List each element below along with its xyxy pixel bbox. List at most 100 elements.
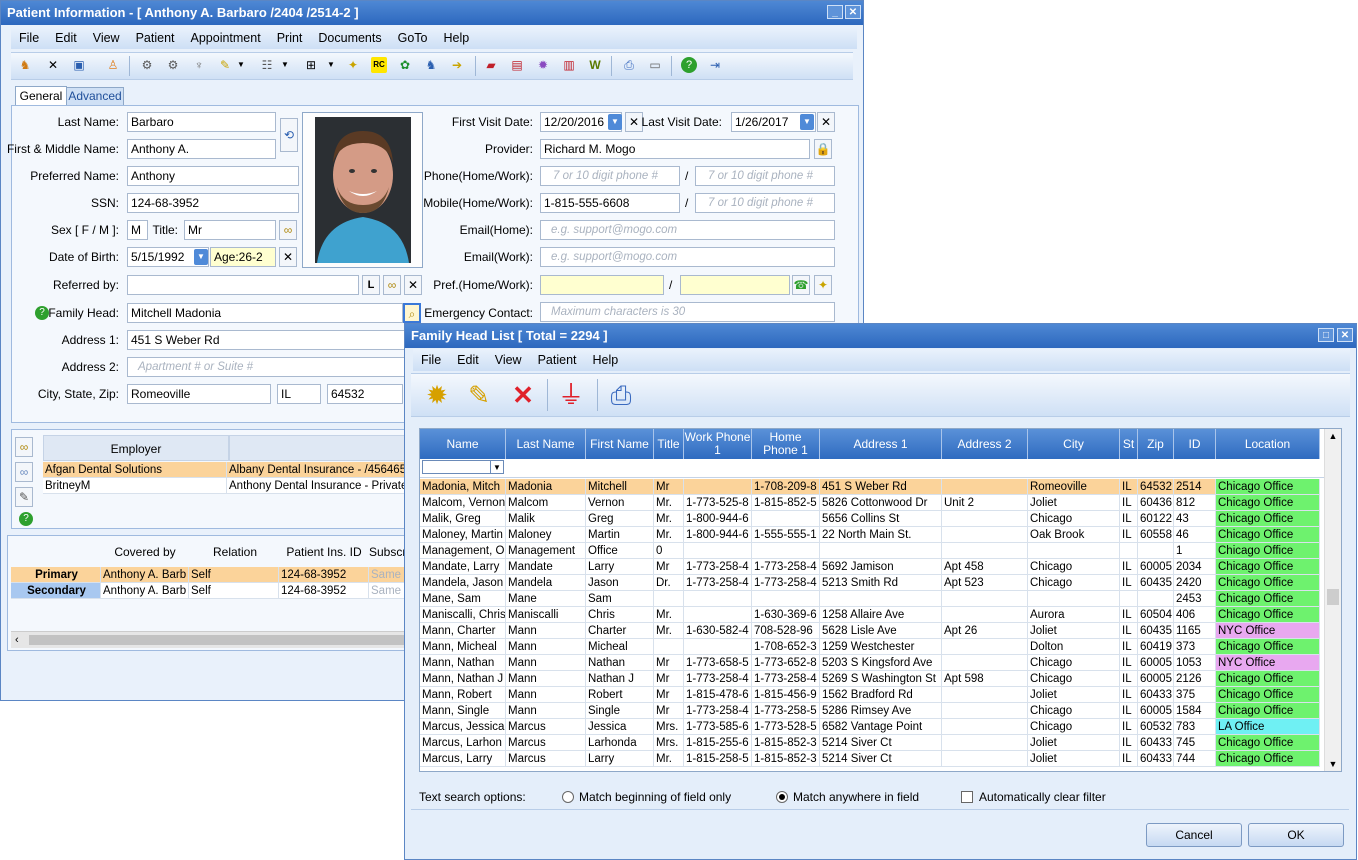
help-icon[interactable]: ? <box>681 57 697 73</box>
clear-referred-icon[interactable]: ✕ <box>404 275 422 295</box>
insurance-row-0-relation[interactable]: Self <box>189 567 279 583</box>
table-cell[interactable]: 1-773-585-6 <box>684 719 752 735</box>
first-middle-field[interactable]: Anthony A. <box>127 139 276 159</box>
insurance-hscrollbar[interactable]: ‹ <box>11 631 407 648</box>
table-cell[interactable]: 1-815-852-5 <box>752 495 820 511</box>
mobile-home-field[interactable]: 1-815-555-6608 <box>540 193 680 213</box>
table-cell[interactable]: 1-555-555-1 <box>752 527 820 543</box>
print-icon[interactable]: ⎙ <box>605 379 637 411</box>
table-cell[interactable] <box>942 511 1028 527</box>
minimize-button[interactable]: _ <box>827 5 843 19</box>
table-cell[interactable] <box>942 639 1028 655</box>
referred-lookup-button[interactable]: L <box>362 275 380 295</box>
location-badge[interactable]: Chicago Office <box>1216 543 1320 559</box>
table-cell[interactable]: 60005 <box>1138 703 1174 719</box>
table-cell[interactable]: Mann <box>506 671 586 687</box>
table-cell[interactable] <box>654 591 684 607</box>
column-header-last-name[interactable]: Last Name <box>506 429 586 459</box>
table-cell[interactable]: Marcus, Larry <box>420 751 506 767</box>
match-anywhere-radio[interactable] <box>776 791 788 803</box>
note-icon[interactable]: ✎ <box>217 57 233 73</box>
folder-red-icon[interactable]: ▰ <box>483 57 499 73</box>
close-x-icon[interactable]: ✕ <box>45 57 61 73</box>
address1-field[interactable]: 451 S Weber Rd <box>127 330 405 350</box>
referred-link-icon[interactable]: ∞ <box>383 275 401 295</box>
table-cell[interactable]: 60532 <box>1138 719 1174 735</box>
table-cell[interactable]: 1-773-258-4 <box>752 671 820 687</box>
close-button[interactable]: ✕ <box>1337 328 1353 342</box>
table-cell[interactable]: IL <box>1120 655 1138 671</box>
table-cell[interactable]: Mann, Charter <box>420 623 506 639</box>
referred-by-field[interactable] <box>127 275 359 295</box>
table-cell[interactable]: Sam <box>586 591 654 607</box>
column-header-first-name[interactable]: First Name <box>586 429 654 459</box>
table-cell[interactable]: 5628 Lisle Ave <box>820 623 942 639</box>
table-cell[interactable] <box>1028 543 1120 559</box>
table-cell[interactable]: 60433 <box>1138 751 1174 767</box>
column-header-zip[interactable]: Zip <box>1138 429 1174 459</box>
insurance-row-1-sub[interactable]: Same a <box>369 583 407 599</box>
table-cell[interactable]: Mr. <box>654 511 684 527</box>
ssn-field[interactable]: 124-68-3952 <box>127 193 299 213</box>
table-cell[interactable]: 1-773-258-5 <box>752 703 820 719</box>
table-cell[interactable]: 1259 Westchester <box>820 639 942 655</box>
location-badge[interactable]: Chicago Office <box>1216 591 1320 607</box>
first-visit-dropdown-icon[interactable]: ▼ <box>608 114 622 130</box>
table-cell[interactable]: IL <box>1120 735 1138 751</box>
table-cell[interactable]: Malcom, Vernon <box>420 495 506 511</box>
table-cell[interactable]: Apt 523 <box>942 575 1028 591</box>
insurance-row-1-ins_id[interactable]: 124-68-3952 <box>279 583 369 599</box>
table-cell[interactable]: Mr <box>654 703 684 719</box>
table-cell[interactable]: Mandate, Larry <box>420 559 506 575</box>
word-doc-icon[interactable]: W <box>587 57 603 73</box>
swap-names-icon[interactable]: ⟲ <box>280 118 298 152</box>
fw-menu-file[interactable]: File <box>413 349 449 371</box>
table-cell[interactable]: Madonia, Mitch <box>420 479 506 495</box>
table-cell[interactable]: IL <box>1120 559 1138 575</box>
table-cell[interactable]: 5214 Siver Ct <box>820 751 942 767</box>
table-cell[interactable] <box>942 751 1028 767</box>
table-cell[interactable]: Oak Brook <box>1028 527 1120 543</box>
table-cell[interactable]: Marcus, Jessica <box>420 719 506 735</box>
phone-work-field[interactable]: 7 or 10 digit phone # <box>695 166 835 186</box>
table-cell[interactable]: Mann, Micheal <box>420 639 506 655</box>
match-beginning-radio[interactable] <box>562 791 574 803</box>
pw-menu-edit[interactable]: Edit <box>47 27 85 49</box>
rx-icon[interactable]: ✿ <box>397 57 413 73</box>
table-cell[interactable]: Maniscalli, Chris <box>420 607 506 623</box>
grid-vscrollbar[interactable]: ▲ ▼ <box>1324 429 1341 771</box>
table-cell[interactable]: Mann <box>506 623 586 639</box>
table-cell[interactable]: Larry <box>586 559 654 575</box>
table-cell[interactable] <box>752 591 820 607</box>
city-field[interactable]: Romeoville <box>127 384 271 404</box>
table-cell[interactable]: Chicago <box>1028 671 1120 687</box>
column-header-home-phone-1[interactable]: Home Phone 1 <box>752 429 820 459</box>
table-cell[interactable]: 1584 <box>1174 703 1216 719</box>
insurance-tag-icon[interactable]: ✦ <box>345 57 361 73</box>
table-cell[interactable]: Chicago <box>1028 703 1120 719</box>
scroll-thumb[interactable] <box>1327 589 1339 605</box>
pref-tag-icon[interactable]: ✦ <box>814 275 832 295</box>
table-cell[interactable]: Chicago <box>1028 575 1120 591</box>
pw-menu-file[interactable]: File <box>11 27 47 49</box>
table-cell[interactable]: Joliet <box>1028 495 1120 511</box>
title-field[interactable]: Mr <box>184 220 276 240</box>
table-cell[interactable]: Vernon <box>586 495 654 511</box>
sex-field[interactable]: M <box>127 220 148 240</box>
table-cell[interactable]: Marcus <box>506 735 586 751</box>
table-cell[interactable]: 5214 Siver Ct <box>820 735 942 751</box>
table-cell[interactable]: Mann <box>506 655 586 671</box>
table-cell[interactable]: 2514 <box>1174 479 1216 495</box>
table-cell[interactable]: Jessica <box>586 719 654 735</box>
table-cell[interactable]: Romeoville <box>1028 479 1120 495</box>
employer-link-icon[interactable]: ∞ <box>15 437 33 457</box>
table-cell[interactable]: Mr. <box>654 607 684 623</box>
scroll-left-icon[interactable]: ‹ <box>15 632 19 648</box>
table-cell[interactable]: Charter <box>586 623 654 639</box>
table-cell[interactable]: Mann, Single <box>420 703 506 719</box>
table-cell[interactable]: 0 <box>654 543 684 559</box>
location-badge[interactable]: Chicago Office <box>1216 495 1320 511</box>
table-cell[interactable]: 373 <box>1174 639 1216 655</box>
table-cell[interactable]: 1053 <box>1174 655 1216 671</box>
table-cell[interactable]: 60558 <box>1138 527 1174 543</box>
